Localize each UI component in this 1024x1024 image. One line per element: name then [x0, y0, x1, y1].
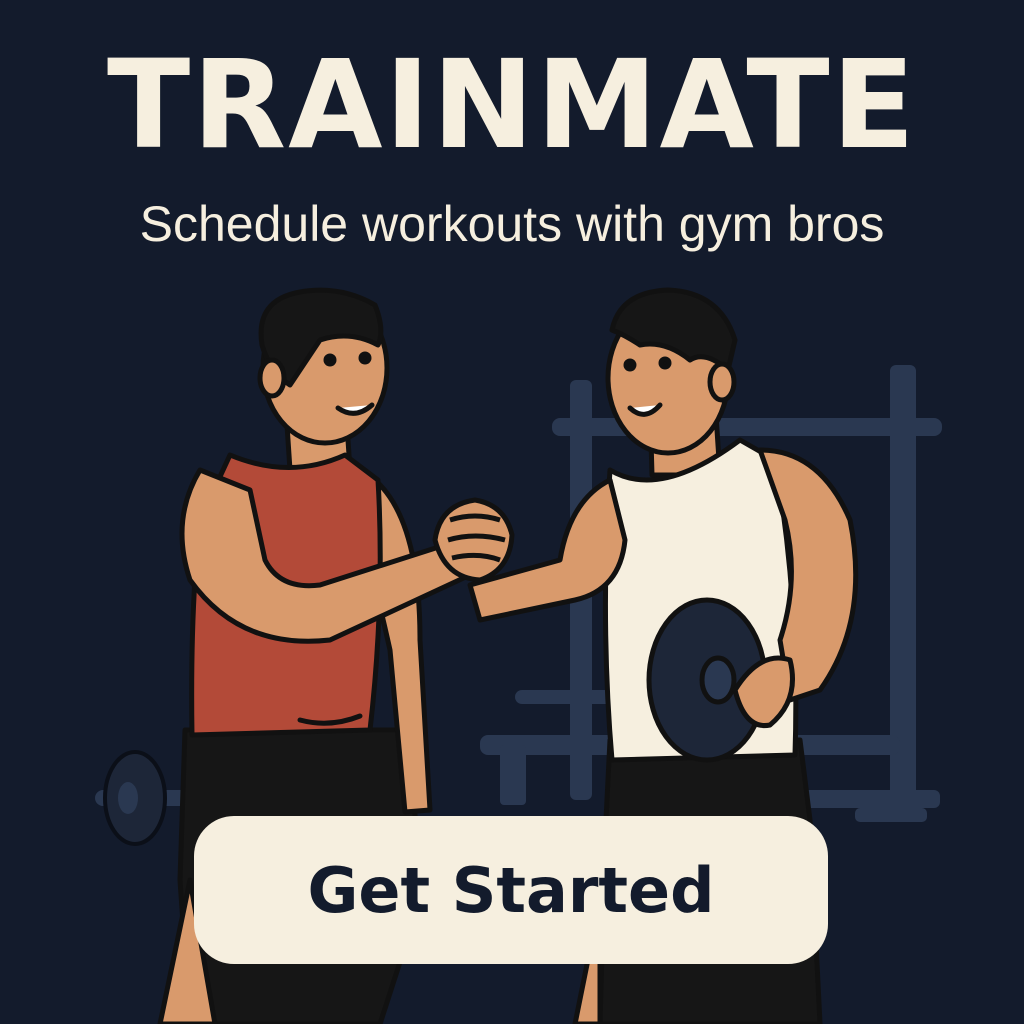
get-started-button[interactable]: Get Started — [194, 816, 828, 964]
app-subtitle: Schedule workouts with gym bros — [139, 196, 885, 252]
splash-screen: TRAINMATE Schedule workouts with gym bro… — [0, 0, 1024, 1024]
app-title: TRAINMATE — [107, 34, 917, 176]
